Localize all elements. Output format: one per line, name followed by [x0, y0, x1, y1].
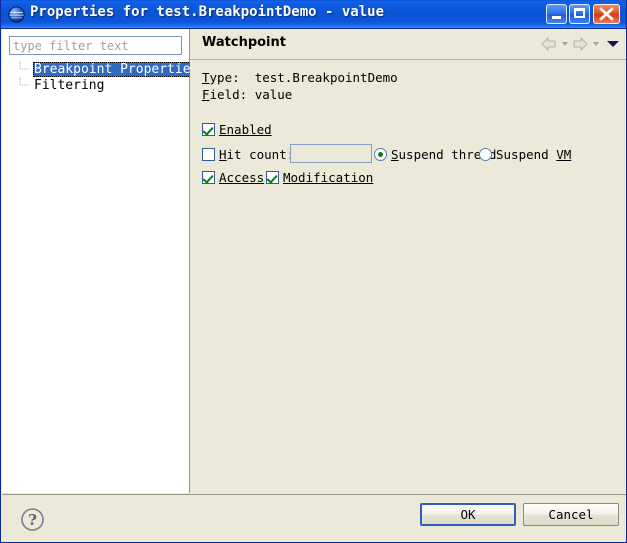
minimize-icon	[552, 16, 561, 19]
properties-dialog-window: Properties for test.BreakpointDemo - val…	[0, 0, 627, 543]
watchpoint-page: Watchpoint	[190, 29, 627, 493]
modification-checkbox-row[interactable]: Modification	[266, 170, 373, 185]
access-label: ccess	[227, 170, 265, 185]
field-value: value	[255, 87, 293, 102]
page-navigation	[540, 35, 621, 53]
type-label: ype:	[210, 70, 240, 85]
modification-checkbox[interactable]	[266, 171, 279, 184]
hit-count-checkbox[interactable]	[202, 148, 215, 161]
maximize-icon	[574, 8, 585, 18]
dialog-client-area: Breakpoint Properties Filtering Watchpoi…	[2, 29, 627, 541]
tree-item-label: Breakpoint Properties	[33, 62, 199, 77]
settings-tree: Breakpoint Properties Filtering	[2, 61, 189, 93]
minimize-button[interactable]	[546, 4, 567, 24]
tree-connector-icon	[18, 77, 34, 93]
modification-mnemonic: M	[283, 170, 291, 185]
title-bar: Properties for test.BreakpointDemo - val…	[1, 0, 627, 29]
type-mnemonic: T	[202, 70, 210, 85]
hit-count-checkbox-row[interactable]: Hit count:	[202, 147, 294, 162]
suspend-thread-mnemonic: S	[391, 147, 399, 162]
page-menu-icon[interactable]	[607, 41, 619, 47]
access-mnemonic: A	[219, 170, 227, 185]
field-label: ield:	[210, 87, 248, 102]
type-value: test.BreakpointDemo	[255, 70, 398, 85]
dialog-footer: ? OK Cancel	[2, 494, 627, 542]
tree-item-label: Filtering	[33, 78, 105, 93]
back-arrow-icon[interactable]	[540, 36, 558, 52]
suspend-vm-radio[interactable]	[479, 148, 492, 161]
window-title: Properties for test.BreakpointDemo - val…	[30, 4, 384, 20]
type-row: Type: test.BreakpointDemo	[202, 70, 398, 85]
enabled-mnemonic: E	[219, 122, 227, 137]
modification-label: odification	[291, 170, 374, 185]
suspend-vm-label: Suspend	[496, 147, 556, 162]
suspend-thread-radio[interactable]	[374, 148, 387, 161]
access-checkbox-row[interactable]: Access	[202, 170, 264, 185]
field-row: Field: value	[202, 87, 292, 102]
close-icon	[594, 5, 619, 23]
enabled-checkbox[interactable]	[202, 123, 215, 136]
eclipse-sphere-icon	[8, 6, 25, 23]
suspend-vm-mnemonic: VM	[556, 147, 571, 162]
forward-arrow-icon[interactable]	[571, 36, 589, 52]
maximize-button[interactable]	[569, 4, 590, 24]
help-icon[interactable]: ?	[20, 507, 45, 532]
tree-item-breakpoint-properties[interactable]: Breakpoint Properties	[2, 61, 189, 77]
forward-dropdown-icon[interactable]	[591, 36, 600, 52]
page-header: Watchpoint	[190, 29, 627, 60]
field-mnemonic: F	[202, 87, 210, 102]
tree-connector-icon	[18, 61, 34, 77]
cancel-button[interactable]: Cancel	[523, 503, 619, 526]
close-button[interactable]	[593, 4, 620, 24]
hit-count-label: it count:	[227, 147, 295, 162]
hit-count-input[interactable]	[290, 144, 372, 163]
svg-text:?: ?	[28, 511, 37, 529]
enabled-checkbox-row[interactable]: Enabled	[202, 122, 272, 137]
ok-button[interactable]: OK	[420, 503, 516, 526]
filter-input[interactable]	[9, 36, 182, 55]
page-title: Watchpoint	[202, 35, 286, 50]
tree-item-filtering[interactable]: Filtering	[2, 77, 189, 93]
back-dropdown-icon[interactable]	[560, 36, 569, 52]
enabled-label: nabled	[227, 122, 272, 137]
suspend-vm-radio-row[interactable]: Suspend VM	[479, 147, 571, 162]
access-checkbox[interactable]	[202, 171, 215, 184]
settings-tree-panel: Breakpoint Properties Filtering	[2, 29, 190, 493]
hit-count-mnemonic: H	[219, 147, 227, 162]
